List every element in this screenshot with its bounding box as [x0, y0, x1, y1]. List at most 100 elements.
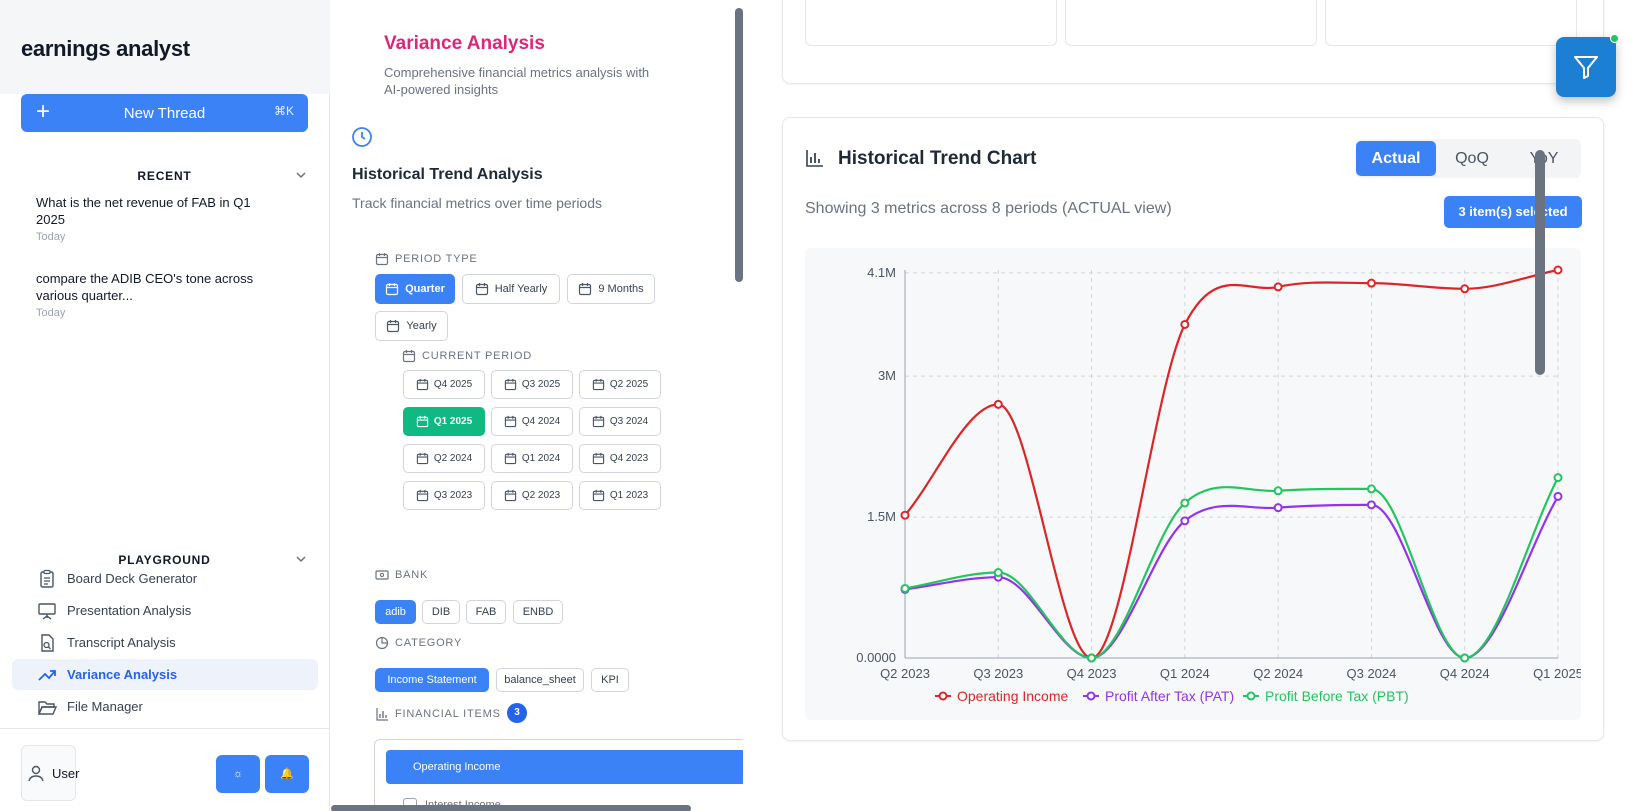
calendar-icon: [592, 415, 604, 428]
theme-toggle-button[interactable]: ☼: [216, 755, 260, 793]
series-line: [904, 495, 1559, 660]
category-label: CATEGORY: [375, 636, 462, 650]
recent-section-header[interactable]: RECENT: [21, 169, 308, 183]
x-tick-label: Q4 2023: [1067, 666, 1117, 681]
sidebar-item-label: Presentation Analysis: [67, 603, 192, 618]
x-tick-label: Q3 2024: [1346, 666, 1396, 681]
period-type-yearly[interactable]: Yearly: [375, 311, 448, 341]
period-type-label: PERIOD TYPE: [375, 252, 478, 266]
period-option[interactable]: Q4 2024: [491, 407, 573, 436]
category-option-income-statement[interactable]: Income Statement: [375, 668, 489, 692]
data-point: [1553, 473, 1563, 483]
category-option-balance-sheet[interactable]: balance_sheet: [496, 668, 584, 692]
period-type-9-months[interactable]: 9 Months: [567, 274, 655, 304]
calendar-icon: [386, 283, 399, 296]
brand-title: earnings analyst: [21, 36, 190, 61]
recent-thread-item[interactable]: What is the net revenue of FAB in Q1 202…: [36, 194, 266, 243]
bank-option-adib[interactable]: adib: [375, 600, 416, 624]
calendar-icon: [592, 489, 604, 502]
sidebar-item-label: Variance Analysis: [67, 667, 178, 682]
data-point: [1087, 653, 1097, 663]
chip-label: Quarter: [405, 283, 445, 295]
period-option[interactable]: Q1 2025: [403, 407, 485, 436]
sidebar-item-label: Transcript Analysis: [67, 635, 176, 650]
current-period-text: CURRENT PERIOD: [422, 350, 533, 362]
period-type-text: PERIOD TYPE: [395, 253, 478, 265]
results-panel-vertical-scrollbar[interactable]: [1535, 150, 1545, 375]
category-option-kpi[interactable]: KPI: [591, 668, 629, 692]
recent-heading: RECENT: [137, 169, 192, 183]
sidebar-item-file-manager[interactable]: File Manager: [12, 691, 318, 722]
sidebar-item-label: File Manager: [67, 699, 143, 714]
recent-thread-item[interactable]: compare the ADIB CEO's tone across vario…: [36, 270, 266, 319]
financial-items-label: FINANCIAL ITEMS: [375, 707, 501, 721]
y-tick-label: 0.0000: [856, 650, 896, 665]
file-search-icon: [41, 634, 54, 652]
data-point: [1273, 486, 1283, 496]
chip-label: Yearly: [406, 320, 437, 332]
trend-line-chart: Q2 2023 Q3 2023 Q4 2023 Q1 2024 Q2 2024 Q3 20…: [856, 265, 1583, 704]
filters-panel-horizontal-scrollbar[interactable]: [331, 805, 691, 811]
calendar-icon: [416, 489, 428, 502]
period-option[interactable]: Q3 2024: [579, 407, 661, 436]
view-toggle: Actual QoQ YoY: [1356, 139, 1581, 178]
bank-option-fab[interactable]: FAB: [466, 600, 506, 624]
period-option[interactable]: Q4 2023: [579, 444, 661, 473]
calendar-icon: [416, 378, 428, 391]
data-point: [1366, 278, 1376, 288]
financial-item-operating-income[interactable]: Operating Income: [386, 750, 743, 784]
clock-icon: [352, 127, 372, 147]
period-option[interactable]: Q1 2023: [579, 481, 661, 510]
user-menu[interactable]: User: [21, 745, 79, 801]
notifications-button[interactable]: 🔔: [265, 755, 309, 793]
period-option[interactable]: Q2 2023: [491, 481, 573, 510]
period-option[interactable]: Q2 2025: [579, 370, 661, 399]
period-type-quarter[interactable]: Quarter: [375, 274, 455, 304]
y-tick-label: 4.1M: [867, 265, 896, 280]
period-option[interactable]: Q3 2025: [491, 370, 573, 399]
sidebar-item-transcript-analysis[interactable]: Transcript Analysis: [12, 627, 318, 658]
y-tick-label: 1.5M: [867, 509, 896, 524]
bank-option-enbd[interactable]: ENBD: [513, 600, 563, 624]
period-option[interactable]: Q3 2023: [403, 481, 485, 510]
period-option-label: Q4 2023: [609, 453, 649, 464]
period-type-half-yearly[interactable]: Half Yearly: [462, 274, 560, 304]
sidebar-item-board-deck-generator[interactable]: Board Deck Generator: [12, 563, 318, 594]
brand-area: earnings analyst: [0, 0, 330, 94]
bank-option-dib[interactable]: DIB: [422, 600, 460, 624]
period-option-label: Q1 2025: [433, 416, 473, 427]
period-option[interactable]: Q4 2025: [403, 370, 485, 399]
period-option-label: Q1 2023: [609, 490, 649, 501]
period-option-label: Q2 2023: [521, 490, 561, 501]
sidebar-item-label: Board Deck Generator: [67, 571, 198, 586]
legend-marker: [1246, 691, 1256, 701]
financial-items-text: FINANCIAL ITEMS: [395, 708, 501, 720]
filter-button[interactable]: [1556, 34, 1619, 97]
data-point: [1553, 491, 1563, 501]
section-title: Historical Trend Analysis: [352, 166, 543, 183]
view-toggle-actual[interactable]: Actual: [1356, 141, 1436, 176]
data-point: [993, 399, 1003, 409]
period-option[interactable]: Q1 2024: [491, 444, 573, 473]
legend-label: Profit Before Tax (PBT): [1265, 688, 1409, 704]
legend-marker: [1086, 691, 1096, 701]
calendar-icon: [579, 283, 592, 296]
period-option-label: Q3 2024: [609, 416, 649, 427]
x-tick-label: Q3 2023: [973, 666, 1023, 681]
period-option[interactable]: Q2 2024: [403, 444, 485, 473]
sidebar-item-presentation-analysis[interactable]: Presentation Analysis: [12, 595, 318, 626]
series-line: [904, 268, 1559, 660]
summary-card: [782, 0, 1604, 84]
view-toggle-qoq[interactable]: QoQ: [1436, 141, 1508, 176]
sidebar-item-variance-analysis[interactable]: Variance Analysis: [12, 659, 318, 690]
filters-panel-vertical-scrollbar[interactable]: [735, 8, 743, 282]
financial-items-count-badge: 3: [507, 703, 527, 723]
calendar-icon: [504, 415, 516, 428]
new-thread-button[interactable]: + New Thread ⌘K: [21, 94, 308, 132]
sidebar: earnings analyst + New Thread ⌘K RECENT …: [0, 0, 330, 811]
period-option-label: Q4 2025: [433, 379, 473, 390]
summary-metric-card: [1325, 0, 1577, 46]
chip-label: 9 Months: [598, 283, 644, 295]
data-point: [1180, 498, 1190, 508]
calendar-icon: [592, 378, 604, 391]
